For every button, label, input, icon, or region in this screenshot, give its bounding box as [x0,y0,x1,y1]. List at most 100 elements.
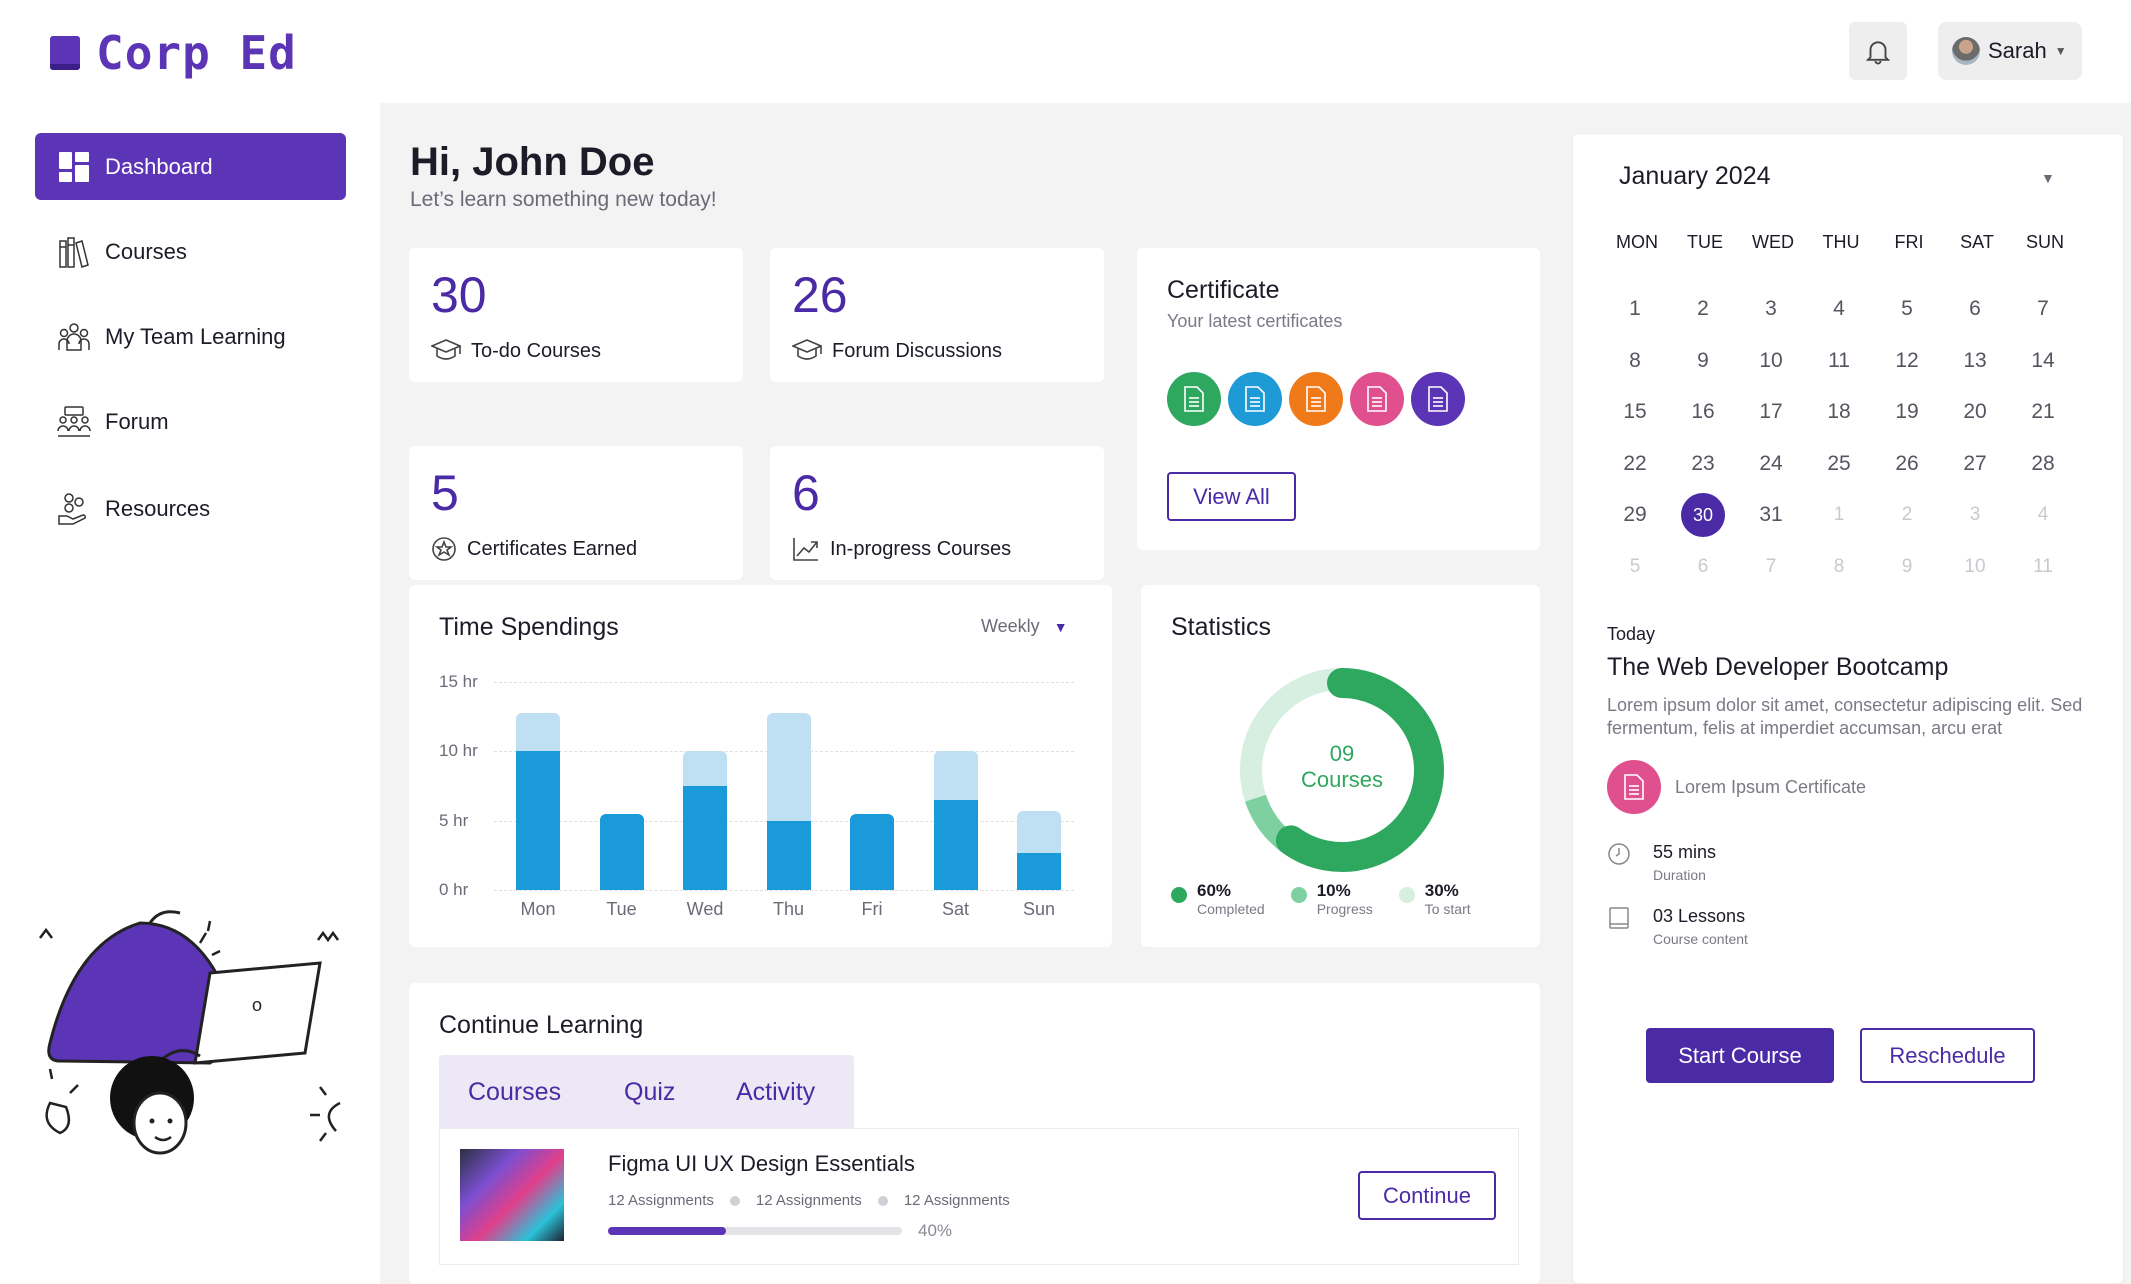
calendar-day[interactable]: 1 [1613,287,1657,331]
user-menu[interactable]: Sarah ▼ [1938,22,2082,80]
sidebar-item-dashboard[interactable]: Dashboard [35,133,346,200]
calendar-month: January 2024 [1619,162,1771,190]
calendar-day[interactable]: 24 [1749,442,1793,486]
calendar-day[interactable]: 4 [1817,287,1861,331]
certificate-item[interactable] [1228,372,1282,426]
weekday-label: SAT [1960,232,1994,252]
course-row[interactable]: Figma UI UX Design Essentials 12 Assignm… [439,1128,1519,1265]
certificate-list [1167,372,1465,426]
calendar-day[interactable]: 3 [1953,493,1997,537]
calendar-day[interactable]: 1 [1817,493,1861,537]
calendar-day[interactable]: 26 [1885,442,1929,486]
continue-learning-card: Continue Learning Courses Quiz Activity … [409,983,1540,1284]
notifications-button[interactable] [1849,22,1907,80]
bar-mon-series-2 [516,712,560,752]
calendar-day[interactable]: 29 [1613,493,1657,537]
stat-card-forum[interactable]: 26 Forum Discussions [770,248,1104,382]
calendar-day[interactable]: 11 [1817,339,1861,383]
calendar-day[interactable]: 5 [1885,287,1929,331]
calendar-day[interactable]: 22 [1613,442,1657,486]
calendar-day[interactable]: 6 [1953,287,1997,331]
legend-label: To start [1424,901,1471,917]
calendar-day[interactable]: 8 [1613,339,1657,383]
sidebar-item-team-learning[interactable]: My Team Learning [35,303,346,370]
calendar-day[interactable]: 27 [1953,442,1997,486]
calendar-day[interactable]: 28 [2021,442,2065,486]
schedule-panel: January 2024 ▼ MON TUE WED THU FRI SAT SUN 1 2 3 4… [1572,133,2124,1284]
calendar-day[interactable]: 10 [1953,545,1997,589]
sidebar-item-courses[interactable]: Courses [35,218,346,285]
calendar-day[interactable]: 9 [1885,545,1929,589]
stat-label: To-do Courses [471,339,602,362]
certificate-subtitle: Your latest certificates [1167,311,1343,331]
donut-center-label: Courses [1301,767,1383,792]
start-course-button[interactable]: Start Course [1646,1028,1834,1083]
sidebar-item-resources[interactable]: Resources [35,475,346,542]
calendar-day[interactable]: 13 [1953,339,1997,383]
y-tick-label: 15 hr [439,672,478,691]
calendar-day[interactable]: 4 [2021,493,2065,537]
document-icon [1624,774,1644,800]
stat-card-in-progress[interactable]: 6 In-progress Courses [770,446,1104,580]
reschedule-button[interactable]: Reschedule [1860,1028,2035,1083]
calendar-day[interactable]: 30 [1681,493,1725,537]
stat-card-certificates[interactable]: 5 Certificates Earned [409,446,743,580]
calendar-day[interactable]: 5 [1613,545,1657,589]
stat-label-row: In-progress Courses [792,536,1011,562]
calendar-day[interactable]: 21 [2021,390,2065,434]
greeting-title: Hi, John Doe [410,140,655,184]
sidebar-item-forum[interactable]: Forum [35,388,346,455]
calendar-day[interactable]: 20 [1953,390,1997,434]
calendar-day[interactable]: 18 [1817,390,1861,434]
continue-button[interactable]: Continue [1358,1171,1496,1220]
certificate-item[interactable] [1411,372,1465,426]
calendar-day[interactable]: 12 [1885,339,1929,383]
certificate-title: Certificate [1167,276,1280,304]
calendar-day[interactable]: 7 [1749,545,1793,589]
stat-card-todo[interactable]: 30 To-do Courses [409,248,743,382]
calendar-day[interactable]: 2 [1885,493,1929,537]
document-icon [1306,386,1326,412]
resources-icon [57,492,91,526]
today-certificate[interactable]: Lorem Ipsum Certificate [1607,760,1866,814]
view-all-button[interactable]: View All [1167,472,1296,521]
bar-sun-series-1 [1017,852,1061,890]
calendar-day[interactable]: 10 [1749,339,1793,383]
weekday-label: MON [1616,232,1658,252]
top-bar: Corp Ed Sarah ▼ [0,0,2131,103]
calendar-day[interactable]: 8 [1817,545,1861,589]
certificate-item[interactable] [1289,372,1343,426]
calendar-day[interactable]: 31 [1749,493,1793,537]
calendar-day[interactable]: 23 [1681,442,1725,486]
calendar-day[interactable]: 2 [1681,287,1725,331]
calendar-day[interactable]: 7 [2021,287,2065,331]
books-icon [57,235,91,269]
tab-activity[interactable]: Activity [736,1078,815,1107]
tab-bar: Courses Quiz Activity [439,1055,854,1128]
calendar-day[interactable]: 17 [1749,390,1793,434]
graduation-cap-icon [792,339,822,360]
calendar-day[interactable]: 19 [1885,390,1929,434]
calendar-day[interactable]: 6 [1681,545,1725,589]
calendar-day[interactable]: 14 [2021,339,2065,383]
y-tick-label: 0 hr [439,880,469,899]
continue-learning-title: Continue Learning [439,1011,644,1039]
calendar-day[interactable]: 9 [1681,339,1725,383]
calendar-day[interactable]: 16 [1681,390,1725,434]
calendar-day[interactable]: 3 [1749,287,1793,331]
calendar-day[interactable]: 15 [1613,390,1657,434]
logo[interactable]: Corp Ed [50,26,297,80]
certificate-item[interactable] [1350,372,1404,426]
weekday-label: SUN [2025,232,2064,252]
x-tick-label: Sat [941,899,970,919]
course-meta: 12 Assignments 12 Assignments 12 Assignm… [608,1192,1010,1209]
separator-dot [877,1195,888,1206]
course-name: Figma UI UX Design Essentials [608,1151,915,1176]
separator-dot [729,1195,740,1206]
calendar-day[interactable]: 25 [1817,442,1861,486]
month-dropdown-icon[interactable]: ▼ [2041,170,2055,186]
tab-quiz[interactable]: Quiz [624,1078,675,1107]
tab-courses[interactable]: Courses [468,1078,561,1107]
calendar-day[interactable]: 11 [2021,545,2065,589]
certificate-item[interactable] [1167,372,1221,426]
